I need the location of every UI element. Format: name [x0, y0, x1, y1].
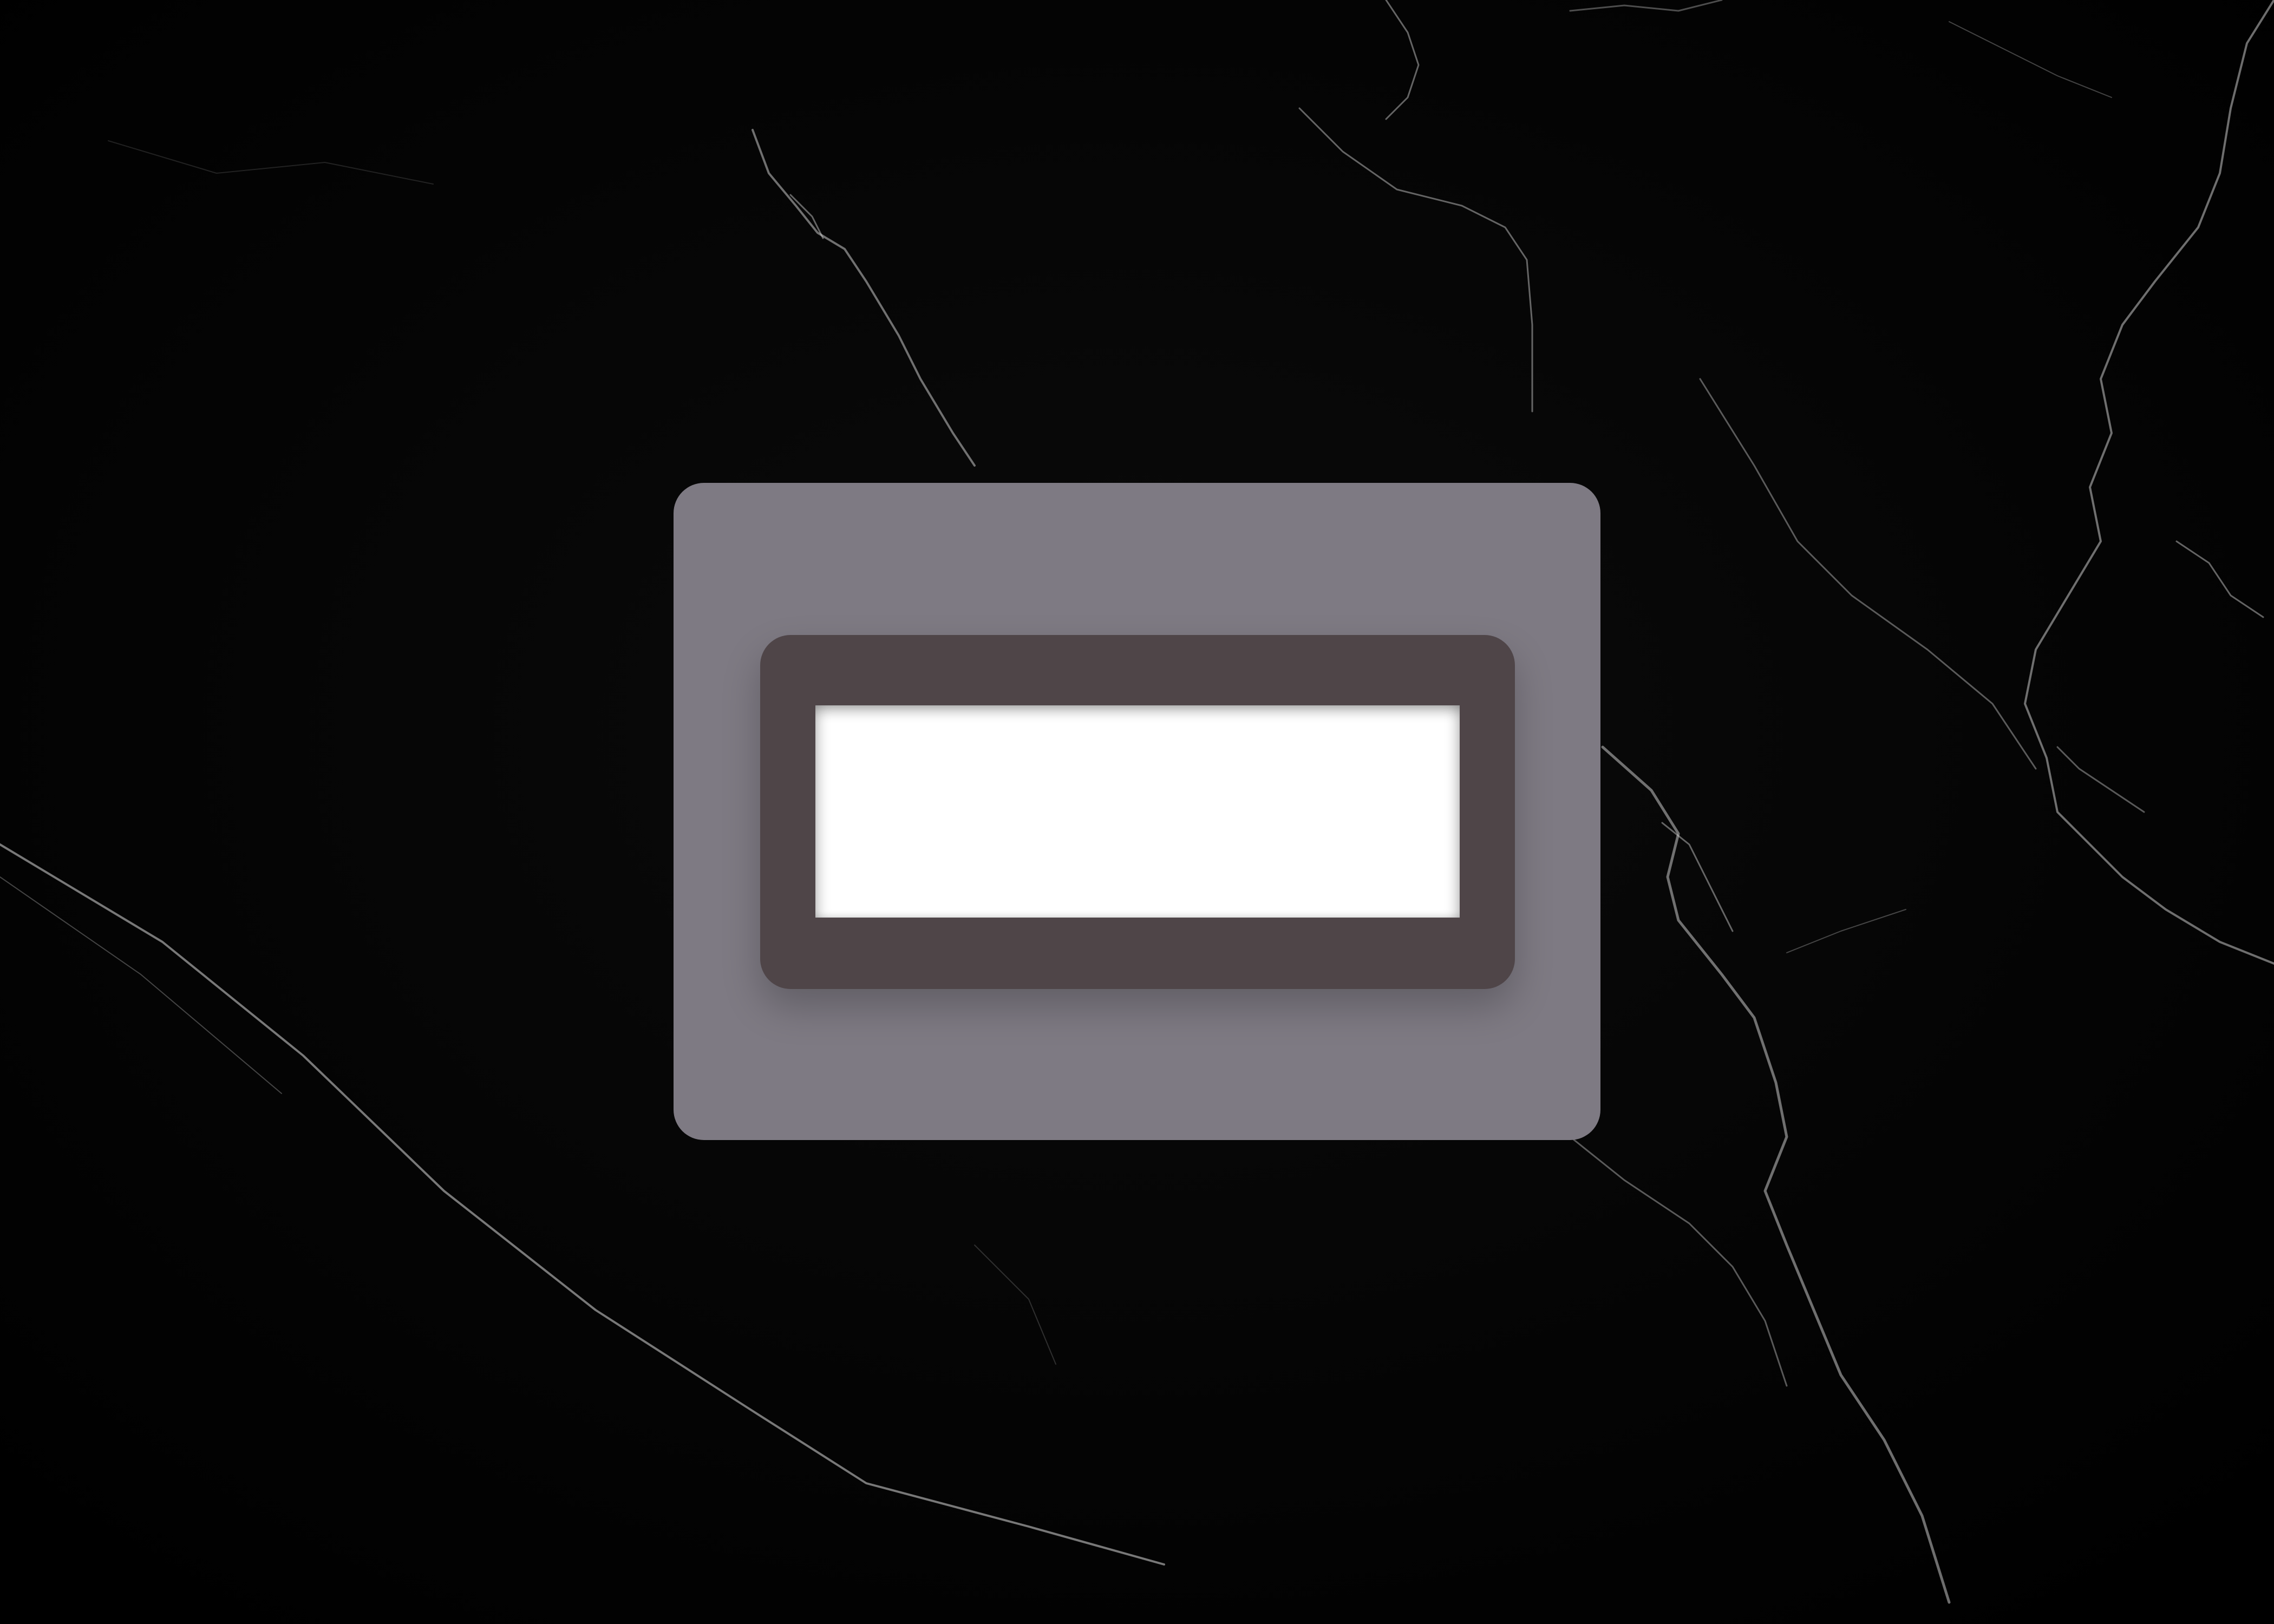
- display-slot: [815, 705, 1460, 918]
- screen: [0, 0, 2274, 1624]
- device-card: [674, 483, 1600, 1140]
- display-frame: [760, 635, 1515, 989]
